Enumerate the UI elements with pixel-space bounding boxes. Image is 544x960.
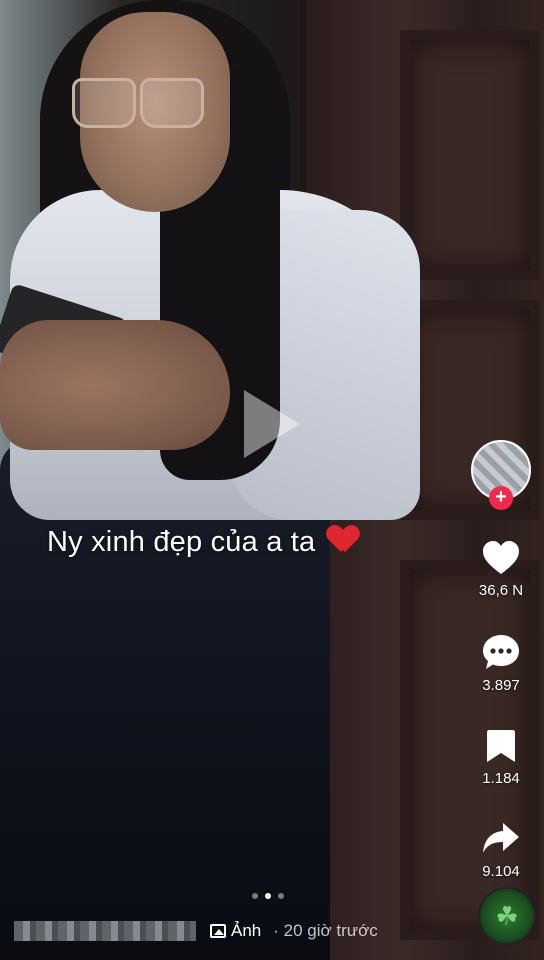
caption-text: Ny xinh đẹp của a ta [47,526,316,558]
share-arrow-icon[interactable] [481,821,521,857]
follow-button[interactable]: + [489,486,513,510]
action-rail: + 36,6 N 3.897 1.184 9.104 [468,440,534,880]
carousel-dot-active [265,893,271,899]
like-action[interactable]: 36,6 N [479,540,523,599]
comment-icon[interactable] [481,633,521,671]
carousel-dot [278,893,284,899]
like-count: 36,6 N [478,582,524,599]
video-post-screen: Ny xinh đẹp của a ta + 36,6 N 3.897 1.18… [0,0,544,960]
post-caption: Ny xinh đẹp của a ta [47,526,358,559]
play-icon[interactable] [244,390,300,458]
carousel-dot [252,893,258,899]
comment-action[interactable]: 3.897 [481,633,521,694]
carousel-indicator [252,893,284,899]
comment-count: 3.897 [482,677,520,694]
share-action[interactable]: 9.104 [481,821,521,880]
post-photo[interactable] [0,0,544,960]
glasses-left [72,78,136,128]
music-disc-icon[interactable]: ☘ [478,887,536,945]
photo-type-label: Ảnh [231,921,262,940]
photo-type-tag: Ảnh [210,921,261,941]
save-action[interactable]: 1.184 [482,728,520,787]
blurred-username[interactable] [14,921,196,941]
post-time: · 20 giờ trước [273,921,378,940]
red-heart-emoji-icon [328,526,358,554]
glasses-right [140,78,204,128]
clover-icon: ☘ [495,901,519,931]
post-meta: Ảnh · 20 giờ trước [14,918,378,944]
creator-avatar[interactable]: + [471,440,531,510]
heart-icon[interactable] [481,540,521,576]
person-hands [0,320,230,450]
share-count: 9.104 [482,863,520,880]
door-panel [400,30,540,280]
bookmark-icon[interactable] [485,728,517,764]
photo-icon [210,924,226,938]
save-count: 1.184 [482,770,520,787]
